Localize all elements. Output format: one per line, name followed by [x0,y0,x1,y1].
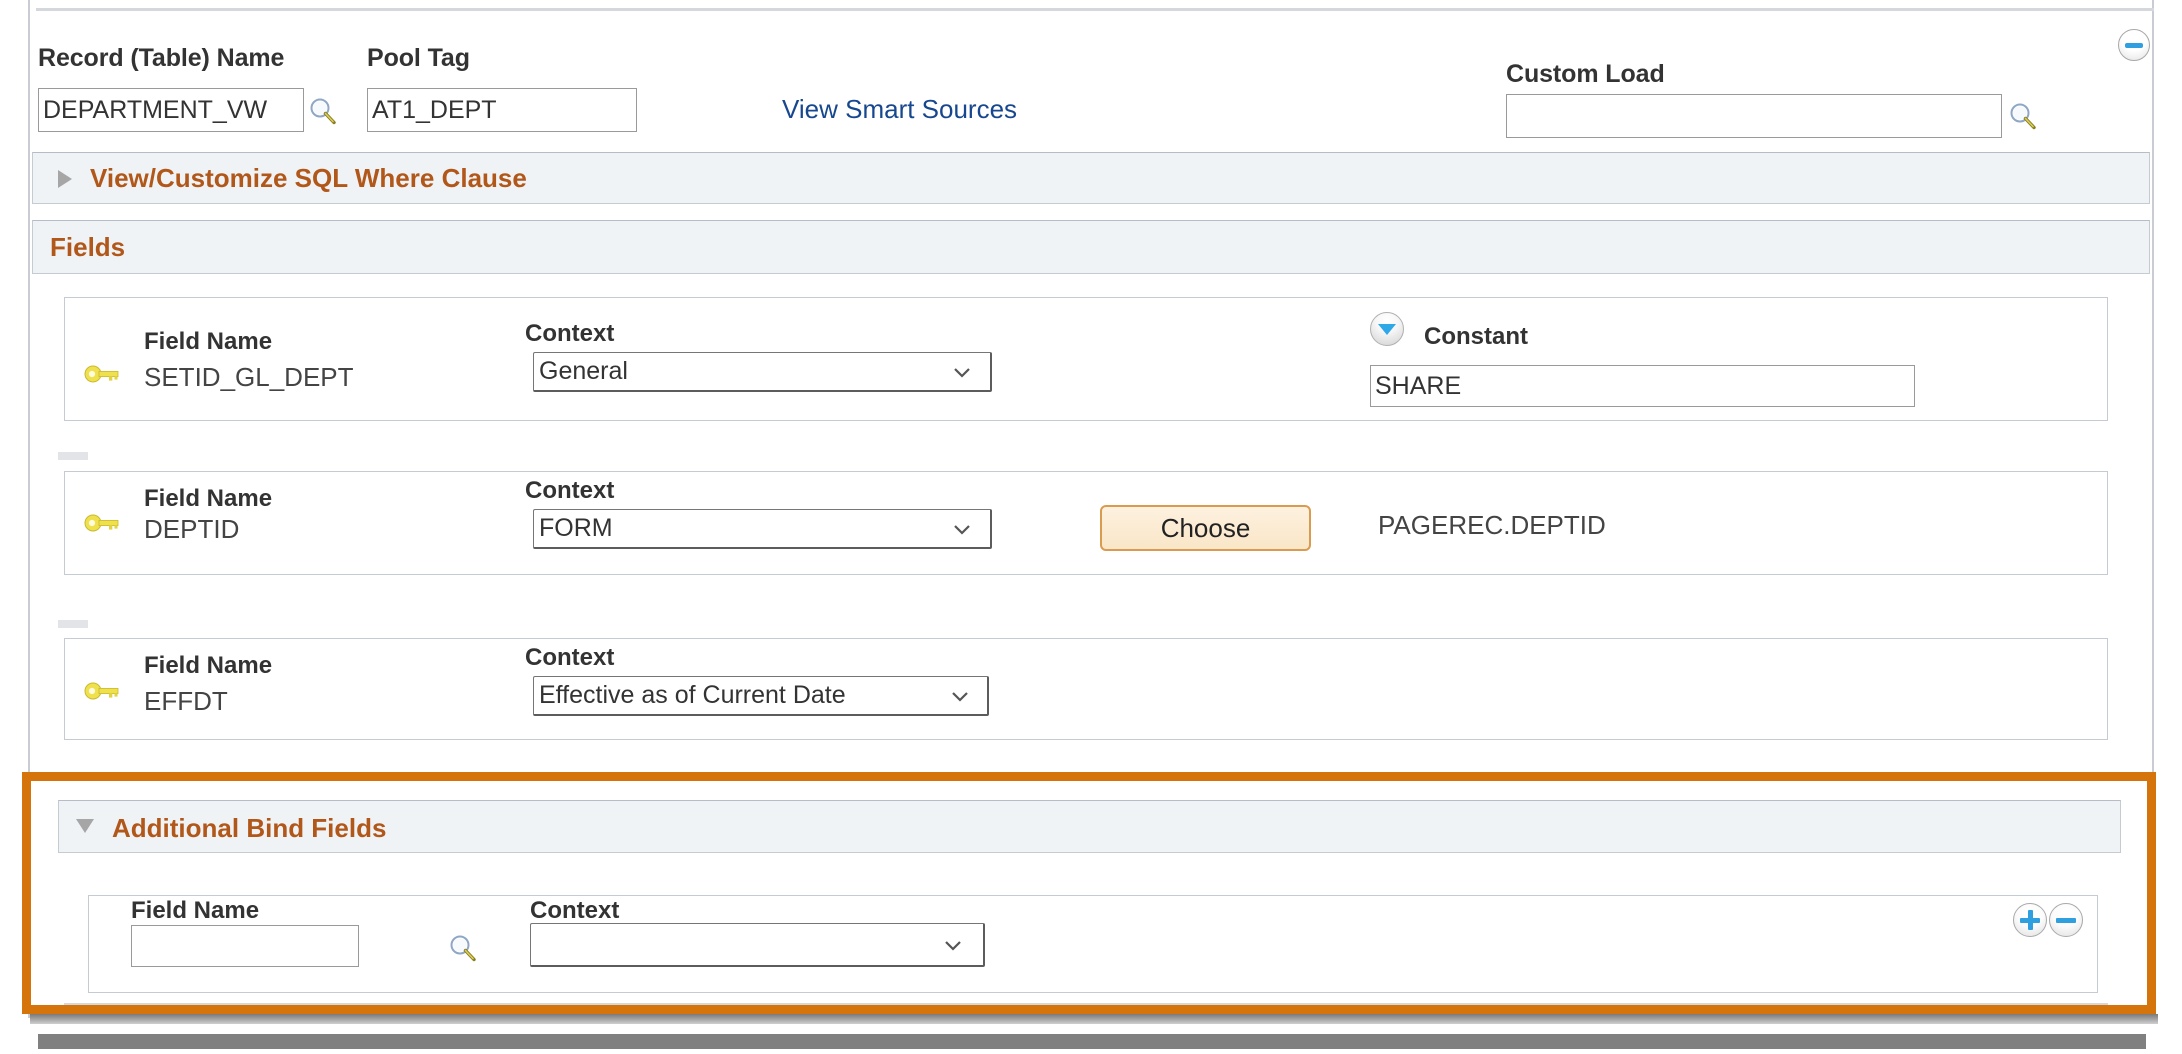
context-label: Context [525,320,615,347]
peoplesoft-smart-source-page: Record (Table) Name Pool Tag View Smart … [0,0,2182,1054]
record-table-name-input[interactable] [38,88,304,132]
dropdown-circle-icon[interactable] [1370,312,1404,346]
context-label: Context [525,477,615,504]
record-table-name-label: Record (Table) Name [38,44,285,72]
minimize-icon [2125,43,2143,48]
field-name-value: EFFDT [144,686,228,716]
constant-label: Constant [1424,323,1528,350]
context-label: Context [525,644,615,671]
additional-bind-fields-row [88,895,2098,993]
bind-field-name-label: Field Name [131,897,260,924]
top-divider [36,8,2154,11]
bind-context-label: Context [530,897,620,924]
context-select[interactable]: Effective as of Current Date [533,676,989,716]
triangle-right-icon[interactable] [58,170,72,188]
field-name-value: SETID_GL_DEPT [144,362,354,392]
row-separator-tab [58,452,88,460]
record-lookup-magnifier-icon[interactable] [308,96,338,126]
field-name-label: Field Name [144,652,273,679]
row-separator-tab [58,620,88,628]
context-select[interactable]: General [533,352,992,392]
triangle-down-icon[interactable] [76,819,94,833]
additional-bind-fields-title[interactable]: Additional Bind Fields [112,813,386,844]
view-smart-sources-link[interactable]: View Smart Sources [782,94,1017,125]
context-select[interactable]: FORM [533,509,992,549]
custom-load-lookup-magnifier-icon[interactable] [2008,101,2038,131]
choose-button[interactable]: Choose [1100,505,1311,551]
custom-load-input[interactable] [1506,94,2002,138]
custom-load-label: Custom Load [1506,60,1665,88]
panel-bottom-shadow [30,1014,2158,1024]
pool-tag-input[interactable] [367,88,637,132]
sql-where-clause-title[interactable]: View/Customize SQL Where Clause [90,163,527,194]
bind-field-lookup-magnifier-icon[interactable] [448,933,478,963]
section-divider [64,1003,2108,1005]
fields-section-title: Fields [50,232,126,262]
table-row [64,638,2108,740]
minimize-section-button[interactable] [2118,29,2150,61]
field-name-value: DEPTID [144,514,240,544]
key-icon [84,680,120,702]
fields-group-bar [32,220,2150,274]
constant-input[interactable] [1370,365,1915,407]
bind-context-select[interactable] [530,923,985,967]
horizontal-scrollbar-thumb[interactable] [38,1034,2146,1049]
key-icon [84,363,120,385]
delete-row-button[interactable] [2049,903,2083,937]
pool-tag-label: Pool Tag [367,44,470,72]
choose-value-text: PAGEREC.DEPTID [1378,510,1606,540]
bind-field-name-input[interactable] [131,925,359,967]
add-row-button[interactable] [2013,903,2047,937]
key-icon [84,512,120,534]
field-name-label: Field Name [144,485,273,512]
minus-circle-icon [2056,917,2076,923]
field-name-label: Field Name [144,328,273,355]
table-row [64,471,2108,575]
